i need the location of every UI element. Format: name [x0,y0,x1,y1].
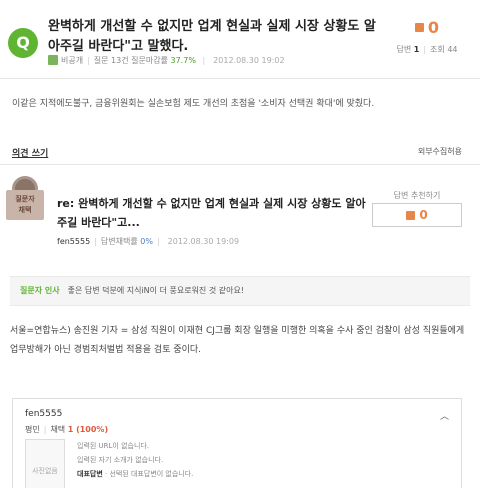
recommend-button[interactable]: 0 [372,203,462,227]
adopted-medal-icon: 질문자 채택 [6,176,44,222]
asker-greeting: 질문자 인사 좋은 답변 덕분에 지식iN이 더 풍요로워진 것 같아요! [10,276,470,306]
answer-meta: fen5555 | 답변채택률 0% | 2012.08.30 19:09 [57,237,240,246]
question-badge-icon: Q [8,28,38,58]
views-label: 조회 [430,45,445,54]
recommend-label: 답변 추천하기 [393,191,441,200]
thumbs-up-icon [406,210,416,220]
profile-url: 입력된 URL이 없습니다. [77,442,150,450]
answerer-profile-card: fen5555 ︿ 평민 | 채택 1 (100%) 사진없음 입력된 URL이 없… [12,398,462,488]
answer-author[interactable]: fen5555 [57,237,90,246]
profile-adopt-label: 채택 [50,425,66,434]
question-vote-count: 0 [427,17,440,37]
answer-date: 2012.08.30 19:09 [167,237,240,246]
question-vote-box: 0 답변 1 | 조회 44 [388,14,466,55]
question-meta: 비공개 | 질문 13건 질문마감률 37.7% | 2012.08.30 19:02 [48,55,285,66]
answer-body: 서울=연합뉴스) 송진원 기자 = 삼성 직원이 이재현 CJ그룹 회장 일행을… [10,326,465,355]
greeting-label: 질문자 인사 [20,286,60,295]
profile-stats: 평민 | 채택 1 (100%) [25,425,109,434]
recommend-count: 0 [419,208,428,222]
question-vote-button[interactable]: 0 [388,14,466,40]
collapse-caret-icon[interactable]: ︿ [440,409,449,422]
external-collect-label: 외부수집허용 [417,147,462,156]
divider [0,78,480,79]
profile-adopt-value: 1 (100%) [67,425,109,434]
profile-photo-placeholder: 사진없음 [25,439,65,488]
medal-ribbon: 질문자 채택 [6,190,44,220]
answer-title: re: 완벽하게 개선할 수 없지만 업계 현실과 실제 시장 상황도 알아주길… [57,197,366,229]
profile-name[interactable]: fen5555 [25,409,62,419]
profile-rep-row: 대표답변 · 선택된 대표답변이 없습니다. [77,469,193,479]
question-close-rate: 37.7% [170,56,196,65]
answers-count: 1 [413,45,420,54]
question-title: 완벽하게 개선할 수 없지만 업계 현실과 실제 시장 상황도 알아주길 바란다… [48,19,376,54]
question-date: 2012.08.30 19:02 [213,56,285,65]
answers-label: 답변 [396,45,412,54]
profile-rep-text: · 선택된 대표답변이 없습니다. [105,470,194,478]
question-body: 이같은 지적에도불구, 금융위원회는 실손보험 제도 개선의 초점을 '소비자 … [12,99,375,109]
write-opinion-link[interactable]: 의견 쓰기 [12,146,48,159]
question-counts: 답변 1 | 조회 44 [396,45,458,54]
medal-line2: 채택 [18,206,32,214]
greeting-text: 좋은 답변 덕분에 지식iN이 더 풍요로워진 것 같아요! [67,286,245,295]
medal-line1: 질문자 [15,195,35,203]
question-stats: 질문 13건 질문마감률 [93,56,168,65]
divider [0,164,480,165]
question-author[interactable]: 비공개 [61,56,83,65]
views-count: 44 [447,45,458,54]
toolbar: 의견 쓰기 외부수집허용 [0,140,480,162]
profile-rep-label: 대표답변 [77,470,103,478]
adopt-label: 답변채택률 [100,237,138,246]
user-icon [48,55,58,65]
profile-rank: 평민 [25,425,40,434]
thumbs-up-icon [414,22,424,32]
adopt-rate: 0% [140,237,153,246]
profile-intro: 입력된 자기 소개가 없습니다. [77,456,164,464]
